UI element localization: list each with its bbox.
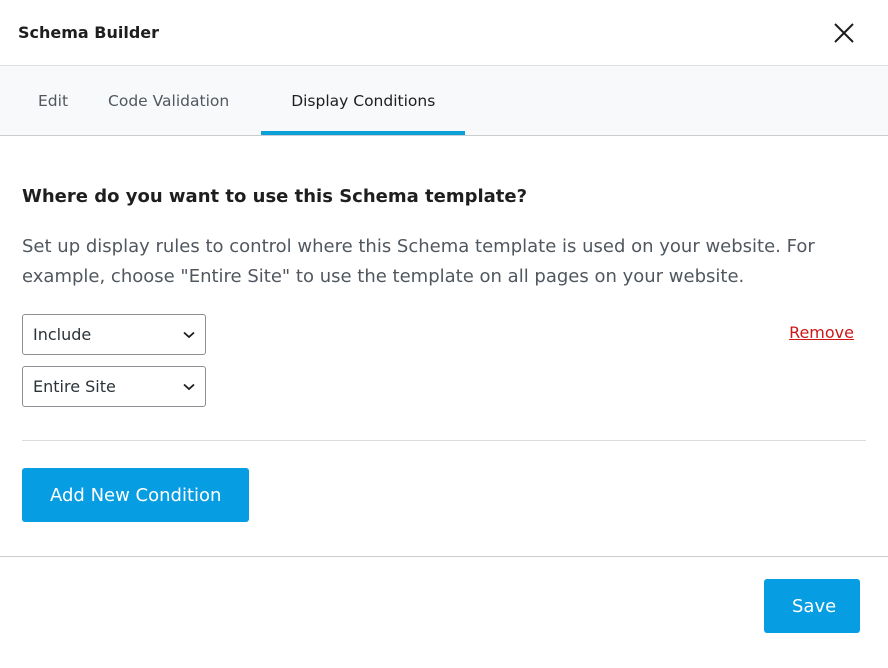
tab-bar: Edit Code Validation Display Conditions bbox=[0, 66, 888, 136]
section-description: Set up display rules to control where th… bbox=[22, 236, 815, 287]
condition-type-select[interactable]: Include bbox=[22, 314, 206, 355]
modal-footer: Save bbox=[0, 556, 888, 668]
add-new-condition-button[interactable]: Add New Condition bbox=[22, 468, 250, 522]
save-button[interactable]: Save bbox=[764, 579, 860, 633]
display-conditions-panel: Where do you want to use this Schema tem… bbox=[0, 136, 888, 522]
tab-display-conditions[interactable]: Display Conditions bbox=[261, 66, 466, 135]
chevron-down-icon bbox=[183, 383, 195, 390]
modal-header: Schema Builder bbox=[0, 0, 888, 66]
condition-row: Include Entire Site Remove bbox=[22, 314, 866, 418]
modal-title: Schema Builder bbox=[18, 23, 160, 42]
divider bbox=[22, 440, 866, 441]
tab-code-validation[interactable]: Code Validation bbox=[88, 66, 249, 135]
remove-condition-link[interactable]: Remove bbox=[789, 323, 854, 342]
condition-type-value: Include bbox=[33, 325, 92, 344]
condition-location-select[interactable]: Entire Site bbox=[22, 366, 206, 407]
close-icon[interactable] bbox=[832, 21, 856, 45]
section-heading: Where do you want to use this Schema tem… bbox=[22, 186, 528, 207]
chevron-down-icon bbox=[183, 331, 195, 338]
tab-edit[interactable]: Edit bbox=[18, 66, 88, 135]
condition-location-value: Entire Site bbox=[33, 377, 116, 396]
